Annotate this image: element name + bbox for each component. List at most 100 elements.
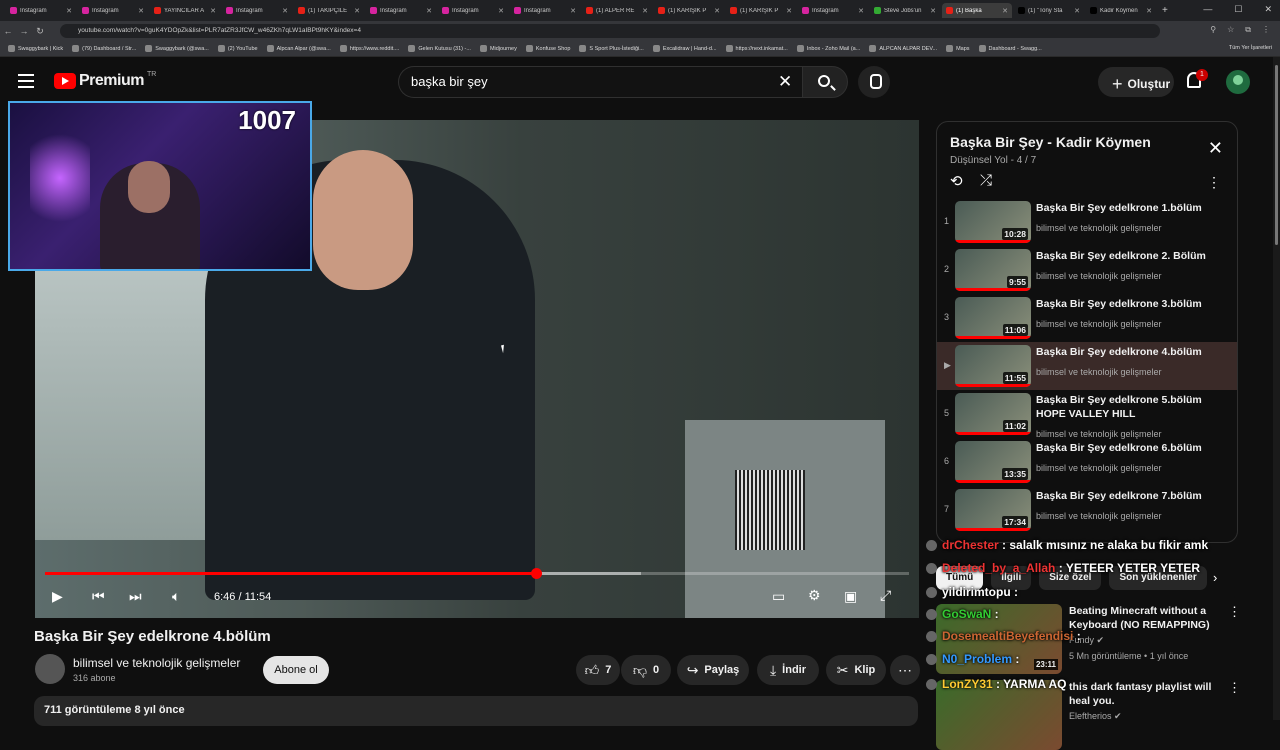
playlist-item[interactable]: 7 17:34 Başka Bir Şey edelkrone 7.bölüm bil… — [937, 486, 1237, 534]
volume-icon[interactable]: 🔈︎ — [172, 588, 180, 605]
extensions-icon[interactable]: ⧉ — [1245, 25, 1251, 35]
bookmark-item[interactable]: ALPCAN ALPAR DEV... — [869, 45, 937, 52]
playlist-item-title[interactable]: Başka Bir Şey edelkrone 2. Bölüm — [1036, 249, 1226, 263]
url-input[interactable]: youtube.com/watch?v=0guK4YDOpZk&list=PLR… — [60, 24, 1160, 38]
create-button[interactable]: + Oluştur — [1098, 67, 1174, 97]
browser-tab[interactable]: (1) ALPER RE ✕ — [582, 3, 652, 18]
bookmark-item[interactable]: Gelen Kutusu (31) -... — [408, 45, 471, 52]
browser-tab[interactable]: Instagram ✕ — [222, 3, 292, 18]
playlist-item[interactable]: 3 11:06 Başka Bir Şey edelkrone 3.bölüm bil… — [937, 294, 1237, 342]
settings-gear-icon[interactable]: ⚙ — [808, 587, 821, 604]
tab-close-icon[interactable]: ✕ — [498, 7, 504, 15]
tab-close-icon[interactable]: ✕ — [1002, 7, 1008, 15]
bookmark-item[interactable]: Konfuse Shop — [525, 45, 570, 52]
theater-mode-icon[interactable]: ▣ — [844, 588, 857, 605]
scrollbar-thumb[interactable] — [1275, 65, 1278, 245]
browser-tab[interactable]: Kadir Köymen ✕ — [1086, 3, 1156, 18]
hamburger-menu-icon[interactable] — [18, 74, 34, 88]
playlist-title[interactable]: Başka Bir Şey - Kadir Köymen — [950, 134, 1151, 150]
zoom-icon[interactable]: ⚲ — [1210, 25, 1216, 35]
bookmark-item[interactable]: Dashboard - Swagg... — [978, 45, 1042, 52]
dislike-button[interactable]: 👎︎ 0 — [621, 655, 671, 685]
playlist-item[interactable]: 1 10:28 Başka Bir Şey edelkrone 1.bölüm bil… — [937, 198, 1237, 246]
browser-tab[interactable]: Steve Jobs'un ✕ — [870, 3, 940, 18]
clip-button[interactable]: ✂ Klip — [826, 655, 886, 685]
playlist-item-title[interactable]: Başka Bir Şey edelkrone 3.bölüm — [1036, 297, 1226, 311]
recommendation-menu-icon[interactable]: ⋮ — [1228, 680, 1241, 696]
playlist-item-title[interactable]: Başka Bir Şey edelkrone 4.bölüm — [1036, 345, 1226, 359]
tab-close-icon[interactable]: ✕ — [714, 7, 720, 15]
playlist-item[interactable]: ▶ 11:55 Başka Bir Şey edelkrone 4.bölüm bil… — [937, 342, 1237, 390]
channel-avatar[interactable] — [35, 654, 65, 684]
tab-close-icon[interactable]: ✕ — [570, 7, 576, 15]
browser-tab[interactable]: (1) TAKİPÇİLE ✕ — [294, 3, 364, 18]
bookmark-item[interactable]: Swaggybark (@swa... — [145, 45, 209, 52]
share-button[interactable]: ↪ Paylaş — [677, 655, 749, 685]
playlist-item-thumbnail[interactable]: 11:55 — [955, 345, 1031, 387]
bookmark-item[interactable]: Maps — [946, 45, 970, 52]
clear-search-icon[interactable]: ✕ — [778, 72, 792, 92]
play-icon[interactable]: ▶ — [52, 588, 63, 605]
search-input[interactable]: başka bir şey — [398, 66, 806, 98]
bookmark-item[interactable]: Excalidraw | Hand-d... — [652, 45, 717, 52]
tab-close-icon[interactable]: ✕ — [858, 7, 864, 15]
browser-tab[interactable]: (1) "Tony Sta ✕ — [1014, 3, 1084, 18]
browser-tab[interactable]: YAYINCILAR A ✕ — [150, 3, 220, 18]
playlist-item-thumbnail[interactable]: 11:02 — [955, 393, 1031, 435]
youtube-logo[interactable]: Premium TR — [54, 71, 156, 90]
recommendation-title[interactable]: Beating Minecraft without a Keyboard (NO… — [1069, 604, 1219, 632]
bookmark-item[interactable]: Inbox - Zoho Mail (a... — [796, 45, 860, 52]
browser-tab[interactable]: Instagram ✕ — [366, 3, 436, 18]
bookmark-item[interactable]: (79) Dashboard / Str... — [72, 45, 136, 52]
all-bookmarks[interactable]: Tüm Yer İşaretleri — [1229, 45, 1272, 51]
browser-tab[interactable]: (1) KARIŞIK P ✕ — [726, 3, 796, 18]
tab-close-icon[interactable]: ✕ — [786, 7, 792, 15]
subscribe-button[interactable]: Abone ol — [263, 656, 329, 684]
browser-tab[interactable]: (1) KARIŞIK P ✕ — [654, 3, 724, 18]
playlist-item-title[interactable]: Başka Bir Şey edelkrone 7.bölüm — [1036, 489, 1226, 503]
browser-tab[interactable]: Instagram ✕ — [78, 3, 148, 18]
download-button[interactable]: ⤓ İndir — [757, 655, 819, 685]
like-button[interactable]: 👍︎ 7 — [576, 655, 620, 685]
browser-tab[interactable]: (1) Başka ✕ — [942, 3, 1012, 18]
fullscreen-icon[interactable]: ⤢ — [880, 587, 891, 604]
playlist-item-thumbnail[interactable]: 9:55 — [955, 249, 1031, 291]
description-box[interactable]: 711 görüntüleme 8 yıl önce — [34, 696, 918, 726]
tab-close-icon[interactable]: ✕ — [66, 7, 72, 15]
tab-close-icon[interactable]: ✕ — [354, 7, 360, 15]
playlist-item-title[interactable]: Başka Bir Şey edelkrone 1.bölüm — [1036, 201, 1226, 215]
progress-bar[interactable] — [45, 568, 909, 579]
playlist-item-thumbnail[interactable]: 13:35 — [955, 441, 1031, 483]
chevron-right-icon[interactable]: › — [1213, 570, 1217, 585]
tab-close-icon[interactable]: ✕ — [1074, 7, 1080, 15]
tab-close-icon[interactable]: ✕ — [1146, 7, 1152, 15]
playlist-item-thumbnail[interactable]: 10:28 — [955, 201, 1031, 243]
maximize-icon[interactable]: ☐ — [1234, 4, 1242, 15]
recommendation-menu-icon[interactable]: ⋮ — [1228, 604, 1241, 620]
close-playlist-icon[interactable]: ✕ — [1208, 138, 1223, 159]
previous-icon[interactable]: ⏮ — [92, 588, 105, 605]
tab-close-icon[interactable]: ✕ — [642, 7, 648, 15]
browser-tab[interactable]: Instagram ✕ — [438, 3, 508, 18]
voice-search-icon[interactable] — [858, 66, 890, 98]
bookmark-item[interactable]: (2) YouTube — [217, 45, 258, 52]
bookmark-item[interactable]: Midjourney — [479, 45, 517, 52]
subtitles-icon[interactable]: ▭ — [772, 588, 785, 605]
bookmark-item[interactable]: https://www.reddit.... — [339, 45, 399, 52]
playlist-item-thumbnail[interactable]: 11:06 — [955, 297, 1031, 339]
bookmark-item[interactable]: Alpcan Alpar (@swa... — [266, 45, 331, 52]
reload-icon[interactable]: ↻ — [32, 26, 48, 37]
tab-close-icon[interactable]: ✕ — [282, 7, 288, 15]
progress-scrubber[interactable] — [530, 568, 542, 579]
browser-tab[interactable]: Instagram ✕ — [6, 3, 76, 18]
channel-name[interactable]: bilimsel ve teknolojik gelişmeler — [73, 656, 240, 670]
new-tab-icon[interactable]: + — [1162, 5, 1168, 16]
page-scrollbar[interactable] — [1273, 57, 1280, 720]
account-avatar[interactable] — [1226, 70, 1250, 94]
playlist-menu-icon[interactable]: ⋮ — [1207, 174, 1221, 191]
playlist-item-title[interactable]: Başka Bir Şey edelkrone 6.bölüm — [1036, 441, 1226, 455]
shuffle-icon[interactable]: ⤮ — [980, 172, 992, 189]
playlist-item[interactable]: 6 13:35 Başka Bir Şey edelkrone 6.bölüm bil… — [937, 438, 1237, 486]
playlist-item-title[interactable]: Başka Bir Şey edelkrone 5.bölüm HOPE VAL… — [1036, 393, 1226, 421]
forward-icon[interactable]: → — [16, 26, 32, 36]
